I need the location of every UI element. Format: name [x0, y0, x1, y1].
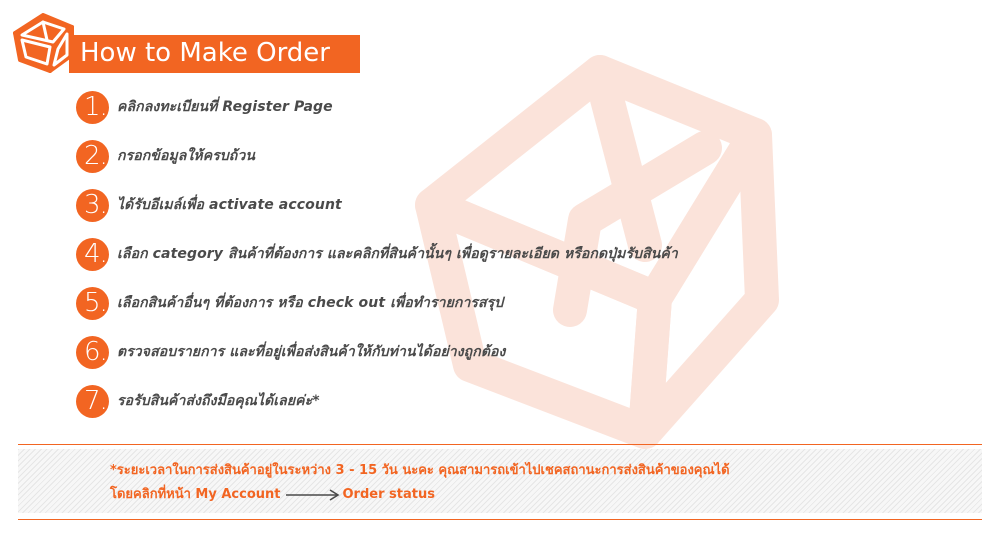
- arrow-right-icon: [285, 489, 340, 501]
- step-item: 3. ได้รับอีเมล์เพื่อ activate account: [76, 187, 678, 223]
- divider: [18, 519, 982, 520]
- step-text: กรอกข้อมูลให้ครบถ้วน: [117, 148, 256, 164]
- step-text: เลือก category สินค้าที่ต้องการ และคลิกท…: [117, 246, 678, 262]
- step-item: 5. เลือกสินค้าอื่นๆ ที่ต้องการ หรือ chec…: [76, 285, 678, 321]
- step-item: 4. เลือก category สินค้าที่ต้องการ และคล…: [76, 236, 678, 272]
- divider: [18, 444, 982, 445]
- delivery-note-box: *ระยะเวลาในการส่งสินค้าอยู่ในระหว่าง 3 -…: [18, 449, 982, 513]
- step-number-badge: 3.: [76, 188, 109, 222]
- box-icon: [13, 13, 74, 73]
- step-number: 6.: [84, 336, 108, 367]
- order-steps-list: 1. คลิกลงทะเบียนที่ Register Page 2. กรอ…: [76, 89, 678, 432]
- step-number-badge: 5.: [76, 286, 109, 320]
- step-number: 3.: [84, 189, 108, 220]
- note-line-1: *ระยะเวลาในการส่งสินค้าอยู่ในระหว่าง 3 -…: [110, 463, 730, 478]
- step-number: 7.: [84, 385, 108, 416]
- note-line-2-prefix: โดยคลิกที่หน้า My Account: [110, 487, 281, 502]
- step-number: 5.: [84, 287, 108, 318]
- step-text: คลิกลงทะเบียนที่ Register Page: [117, 99, 333, 115]
- step-item: 7. รอรับสินค้าส่งถึงมือคุณได้เลยค่ะ*: [76, 383, 678, 419]
- step-text: ได้รับอีเมล์เพื่อ activate account: [117, 197, 342, 213]
- step-number-badge: 6.: [76, 335, 109, 369]
- step-number: 4.: [84, 238, 108, 269]
- step-number: 1.: [84, 91, 108, 122]
- step-text: รอรับสินค้าส่งถึงมือคุณได้เลยค่ะ*: [117, 393, 320, 409]
- step-text: เลือกสินค้าอื่นๆ ที่ต้องการ หรือ check o…: [117, 295, 504, 311]
- step-number-badge: 1.: [76, 90, 109, 124]
- step-item: 2. กรอกข้อมูลให้ครบถ้วน: [76, 138, 678, 174]
- step-number-badge: 2.: [76, 139, 109, 173]
- page-header: How to Make Order: [12, 13, 360, 75]
- step-number-badge: 4.: [76, 237, 109, 271]
- step-item: 6. ตรวจสอบรายการ และที่อยู่เพื่อส่งสินค้…: [76, 334, 678, 370]
- step-text: ตรวจสอบรายการ และที่อยู่เพื่อส่งสินค้าให…: [117, 344, 506, 360]
- step-number-badge: 7.: [76, 384, 109, 418]
- note-line-2: โดยคลิกที่หน้า My Account Order status: [110, 483, 730, 507]
- order-status-link[interactable]: Order status: [343, 483, 435, 507]
- page-title: How to Make Order: [80, 38, 330, 68]
- step-number: 2.: [84, 140, 108, 171]
- step-item: 1. คลิกลงทะเบียนที่ Register Page: [76, 89, 678, 125]
- delivery-note: *ระยะเวลาในการส่งสินค้าอยู่ในระหว่าง 3 -…: [110, 459, 730, 507]
